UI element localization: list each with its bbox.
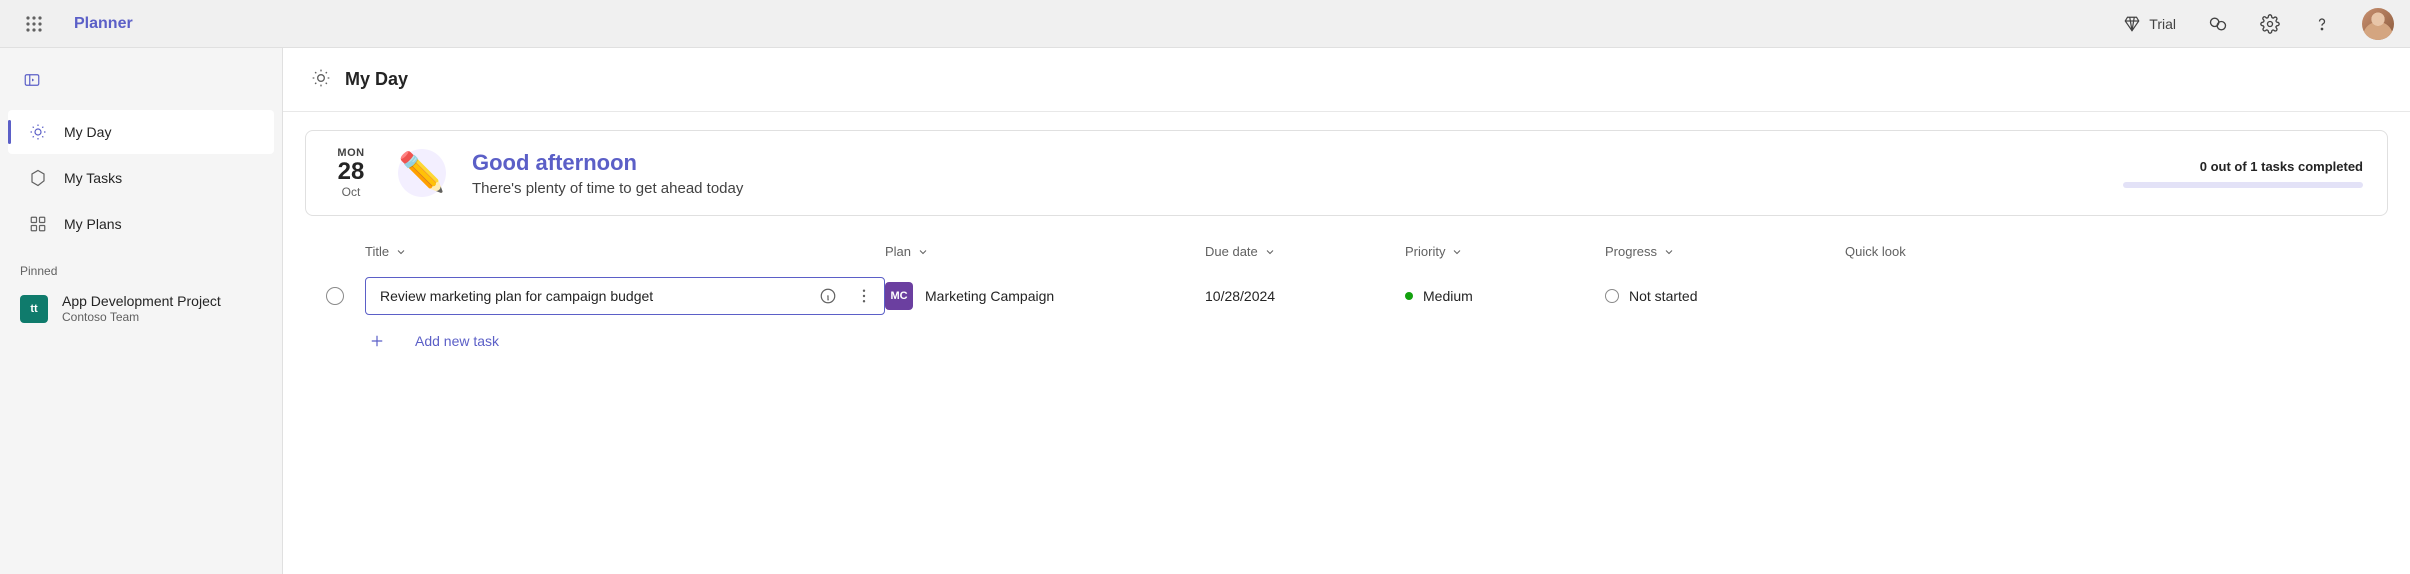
sidebar-item-label: My Day — [64, 124, 111, 140]
help-button[interactable] — [2300, 2, 2344, 46]
add-task-button[interactable] — [365, 329, 389, 353]
plan-badge: MC — [885, 282, 913, 310]
sidebar: My Day My Tasks My Plans Pinned tt — [0, 48, 282, 574]
task-progress[interactable]: Not started — [1605, 288, 1845, 304]
pinned-section-label: Pinned — [0, 248, 282, 286]
chevron-down-icon — [395, 246, 407, 258]
date-day: 28 — [338, 159, 365, 185]
progress-bar — [2123, 182, 2363, 188]
trial-label: Trial — [2149, 16, 2176, 32]
pinned-plan-badge: tt — [20, 295, 48, 323]
avatar[interactable] — [2362, 8, 2394, 40]
column-title[interactable]: Title — [365, 244, 885, 259]
progress-block: 0 out of 1 tasks completed — [2123, 159, 2363, 188]
table-row: Review marketing plan for campaign budge… — [305, 273, 2388, 319]
plus-icon — [368, 332, 386, 350]
sidebar-item-my-tasks[interactable]: My Tasks — [8, 156, 274, 200]
settings-button[interactable] — [2248, 2, 2292, 46]
collapse-sidebar-button[interactable] — [18, 66, 46, 94]
complete-task-toggle[interactable] — [326, 287, 344, 305]
column-plan[interactable]: Plan — [885, 244, 1205, 259]
copilot-button[interactable] — [2196, 2, 2240, 46]
task-priority[interactable]: Medium — [1405, 288, 1605, 304]
gear-icon — [2260, 14, 2280, 34]
task-due-date[interactable]: 10/28/2024 — [1205, 288, 1405, 304]
column-priority[interactable]: Priority — [1405, 244, 1605, 259]
app-launcher-button[interactable] — [16, 6, 52, 42]
column-quick-look[interactable]: Quick look — [1845, 244, 2045, 259]
grid-icon — [28, 214, 48, 234]
info-icon[interactable] — [814, 282, 842, 310]
sidebar-item-my-day[interactable]: My Day — [8, 110, 274, 154]
page-title: My Day — [345, 69, 408, 90]
task-table: Title Plan Due date — [305, 238, 2388, 353]
diamond-icon — [2123, 15, 2141, 33]
sidebar-item-label: My Plans — [64, 216, 122, 232]
table-header: Title Plan Due date — [305, 238, 2388, 273]
task-title: Review marketing plan for campaign budge… — [380, 288, 806, 304]
pinned-plan-item[interactable]: tt App Development Project Contoso Team — [0, 286, 282, 332]
greeting-card: MON 28 Oct ✏️ Good afternoon There's ple… — [305, 130, 2388, 216]
pinned-plan-title: App Development Project — [62, 292, 221, 310]
chevron-down-icon — [1451, 246, 1463, 258]
priority-dot-icon — [1405, 292, 1413, 300]
sidebar-item-label: My Tasks — [64, 170, 122, 186]
page-header: My Day — [283, 48, 2410, 112]
main: My Day MON 28 Oct ✏️ Good afternoon Ther… — [282, 48, 2410, 574]
plan-name: Marketing Campaign — [925, 288, 1054, 304]
help-icon — [2312, 14, 2332, 34]
sun-icon — [311, 68, 331, 91]
status-circle-icon — [1605, 289, 1619, 303]
chevron-down-icon — [1264, 246, 1276, 258]
add-task-label[interactable]: Add new task — [415, 333, 499, 349]
brand-label[interactable]: Planner — [74, 15, 133, 33]
column-progress[interactable]: Progress — [1605, 244, 1845, 259]
panel-collapse-icon — [23, 71, 41, 89]
task-plan[interactable]: MC Marketing Campaign — [885, 282, 1205, 310]
add-task-row: Add new task — [305, 319, 2388, 353]
sun-icon — [28, 122, 48, 142]
more-icon[interactable] — [850, 282, 878, 310]
hexagon-icon — [28, 168, 48, 188]
task-title-cell[interactable]: Review marketing plan for campaign budge… — [365, 277, 885, 315]
copilot-icon — [2208, 14, 2228, 34]
trial-button[interactable]: Trial — [2111, 2, 2188, 46]
greeting-subtitle: There's plenty of time to get ahead toda… — [472, 180, 743, 197]
sidebar-item-my-plans[interactable]: My Plans — [8, 202, 274, 246]
date-block: MON 28 Oct — [330, 147, 372, 199]
date-month: Oct — [342, 186, 361, 199]
chevron-down-icon — [917, 246, 929, 258]
greeting-title: Good afternoon — [472, 150, 743, 176]
topbar-right: Trial — [2111, 2, 2394, 46]
pencil-icon: ✏️ — [394, 145, 450, 201]
column-due[interactable]: Due date — [1205, 244, 1405, 259]
topbar: Planner Trial — [0, 0, 2410, 48]
pinned-plan-subtitle: Contoso Team — [62, 310, 221, 326]
chevron-down-icon — [1663, 246, 1675, 258]
progress-label: 0 out of 1 tasks completed — [2200, 159, 2363, 174]
waffle-icon — [26, 16, 42, 32]
